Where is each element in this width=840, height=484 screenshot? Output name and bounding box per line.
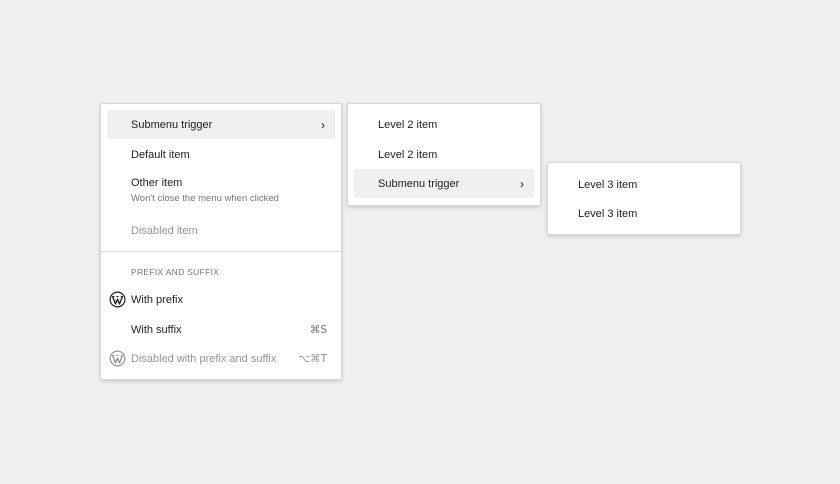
submenu-trigger-label: Submenu trigger xyxy=(131,118,213,131)
level-3-item-label: Level 3 item xyxy=(578,207,638,220)
submenu-trigger-item[interactable]: Submenu trigger › xyxy=(107,110,335,139)
with-suffix-label: With suffix xyxy=(131,323,182,336)
dropdown-menu-level-1: Submenu trigger › Default item Other ite… xyxy=(100,103,342,380)
wordpress-logo-icon xyxy=(109,350,126,367)
submenu-trigger-item[interactable]: Submenu trigger › xyxy=(354,169,534,198)
shortcut-hint: ⌘S xyxy=(309,323,327,336)
menu-divider xyxy=(101,251,341,252)
chevron-right-icon: › xyxy=(520,176,524,191)
level-3-item[interactable]: Level 3 item xyxy=(554,170,734,199)
other-item[interactable]: Other item Won't close the menu when cli… xyxy=(107,170,335,210)
default-item-label: Default item xyxy=(131,148,190,161)
shortcut-hint: ⌥⌘T xyxy=(297,352,327,365)
level-3-item[interactable]: Level 3 item xyxy=(554,199,734,228)
with-prefix-item[interactable]: With prefix xyxy=(107,285,335,314)
level-2-item[interactable]: Level 2 item xyxy=(354,110,534,139)
dropdown-menu-level-2: Level 2 item Level 2 item Submenu trigge… xyxy=(347,103,541,206)
with-suffix-item[interactable]: With suffix ⌘S xyxy=(107,315,335,344)
other-item-label: Other item xyxy=(131,176,183,189)
with-prefix-label: With prefix xyxy=(131,293,183,306)
level-3-item-label: Level 3 item xyxy=(578,178,638,191)
disabled-prefix-suffix-label: Disabled with prefix and suffix xyxy=(131,352,277,365)
level-2-item-label: Level 2 item xyxy=(378,118,438,131)
dropdown-menu-level-3: Level 3 item Level 3 item xyxy=(547,162,741,235)
level-2-item[interactable]: Level 2 item xyxy=(354,140,534,169)
level-2-item-label: Level 2 item xyxy=(378,148,438,161)
default-item[interactable]: Default item xyxy=(107,140,335,169)
disabled-prefix-suffix-item: Disabled with prefix and suffix ⌥⌘T xyxy=(107,344,335,373)
submenu-trigger-label: Submenu trigger xyxy=(378,177,460,190)
wordpress-logo-icon xyxy=(109,291,126,308)
dropdown-menu-demo: Submenu trigger › Default item Other ite… xyxy=(0,0,840,484)
disabled-item: Disabled item xyxy=(107,216,335,245)
disabled-item-label: Disabled item xyxy=(131,224,198,237)
group-label: PREFIX AND SUFFIX xyxy=(131,267,220,277)
other-item-help-text: Won't close the menu when clicked xyxy=(131,192,279,204)
chevron-right-icon: › xyxy=(321,117,325,132)
